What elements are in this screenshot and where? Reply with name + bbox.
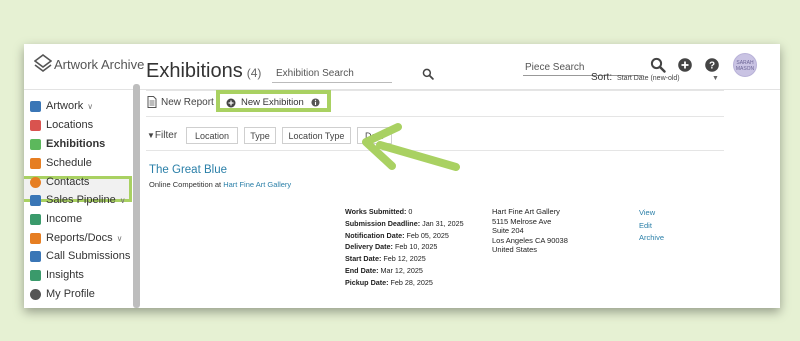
- annotation-arrow-icon: [362, 123, 460, 171]
